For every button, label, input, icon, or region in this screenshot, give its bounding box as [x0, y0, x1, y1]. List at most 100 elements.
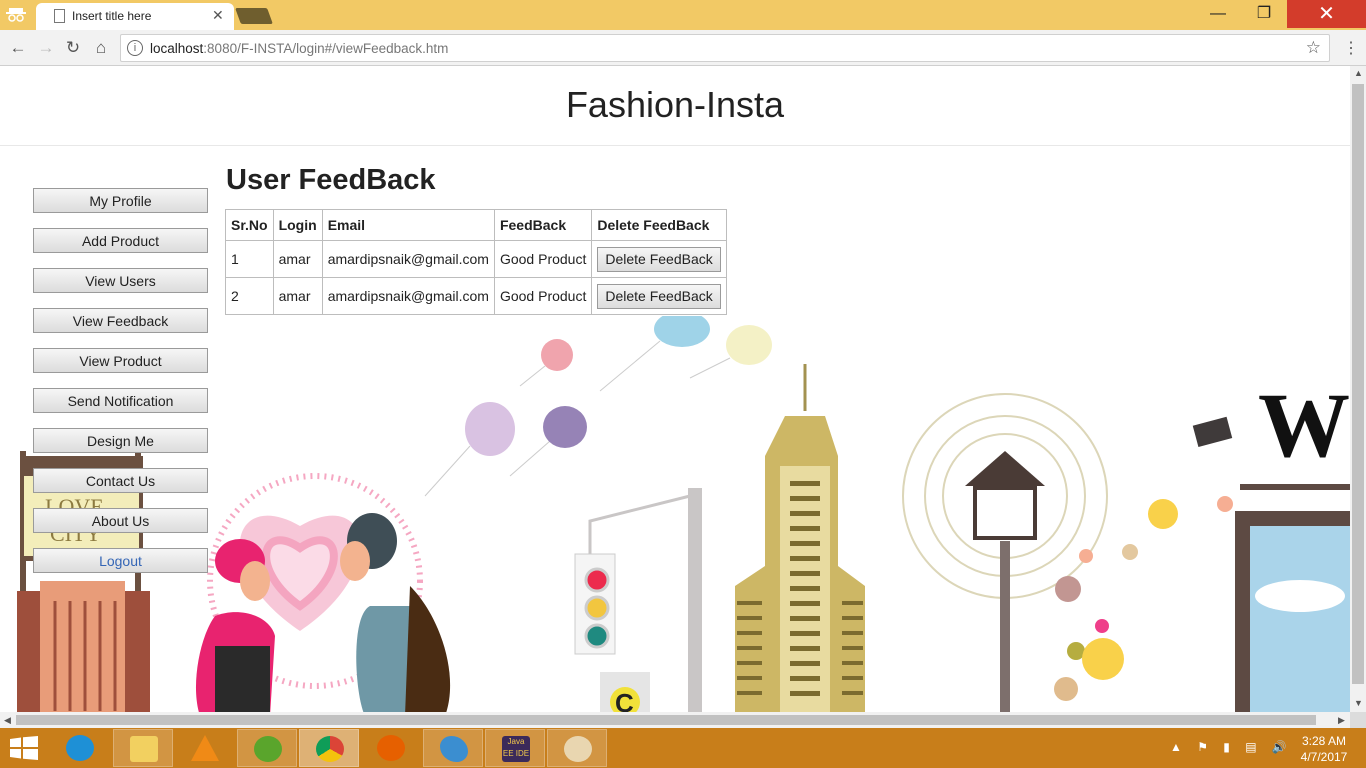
incognito-icon [6, 6, 26, 24]
taskbar-mysql[interactable] [423, 729, 483, 767]
sidebar-item-view-users[interactable]: View Users [33, 268, 208, 293]
column-header-login: Login [272, 209, 323, 241]
delete-feedback-button[interactable]: Delete FeedBack [597, 246, 721, 272]
balloon [654, 316, 710, 347]
column-header-delete: Delete FeedBack [591, 209, 727, 241]
taskbar-file-explorer[interactable] [113, 729, 173, 767]
table-row: 1 amar amardipsnaik@gmail.com Good Produ… [225, 240, 727, 278]
windows-taskbar: Java EE IDE ▲ ⚑ ▮ ▤ 🔊 3:28 AM 4/7/2017 [0, 728, 1366, 768]
taskbar-clock[interactable]: 3:28 AM 4/7/2017 [1292, 733, 1356, 765]
sidebar-nav: My Profile Add Product View Users View F… [33, 188, 208, 588]
clock-time: 3:28 AM [1301, 734, 1347, 748]
clock-date: 4/7/2017 [1300, 750, 1348, 764]
table-row: 2 amar amardipsnaik@gmail.com Good Produ… [225, 277, 727, 315]
vlc-cone-icon [191, 735, 219, 761]
menu-dots-icon[interactable]: ⋮ [1343, 38, 1359, 58]
horizontal-scrollbar[interactable]: ◀ ▶ [0, 712, 1350, 728]
cell-srno: 2 [225, 277, 274, 315]
horizontal-scroll-thumb[interactable] [16, 715, 1316, 725]
cell-srno: 1 [225, 240, 274, 278]
page-title: User FeedBack [226, 164, 436, 196]
paint-palette-icon [564, 736, 592, 762]
cell-email: amardipsnaik@gmail.com [321, 240, 495, 278]
tab-title: Insert title here [72, 9, 152, 23]
scroll-left-arrow-icon[interactable]: ◀ [4, 715, 11, 726]
close-window-button[interactable]: ✕ [1287, 0, 1366, 28]
url-text[interactable]: localhost:8080/F-INSTA/login#/viewFeedba… [150, 41, 448, 56]
home-icon[interactable]: ⌂ [90, 37, 112, 59]
sidebar-item-add-product[interactable]: Add Product [33, 228, 208, 253]
site-title: Fashion-Insta [565, 84, 785, 125]
taskbar-paint[interactable] [547, 729, 607, 767]
address-bar[interactable]: i localhost:8080/F-INSTA/login#/viewFeed… [120, 34, 1330, 62]
header-divider [0, 145, 1350, 146]
sidebar-item-send-notification[interactable]: Send Notification [33, 388, 208, 413]
balloon [541, 339, 573, 371]
vertical-scrollbar[interactable]: ▲ ▼ [1350, 66, 1366, 712]
folder-icon [130, 736, 158, 762]
utorrent-icon [254, 736, 282, 762]
scroll-up-arrow-icon[interactable]: ▲ [1354, 68, 1363, 78]
cell-login: amar [272, 240, 323, 278]
new-tab-button[interactable] [235, 8, 273, 24]
info-icon[interactable]: i [127, 40, 143, 56]
cell-action: Delete FeedBack [591, 277, 727, 315]
sidebar-item-about-us[interactable]: About Us [33, 508, 208, 533]
balloon [465, 402, 515, 456]
taskbar-vlc[interactable] [175, 729, 235, 767]
table-header-row: Sr.No Login Email FeedBack Delete FeedBa… [225, 209, 727, 241]
forward-arrow-icon[interactable]: → [35, 37, 57, 59]
reload-icon[interactable]: ↻ [62, 37, 84, 59]
taskbar-chrome[interactable] [299, 729, 359, 767]
chrome-icon [316, 736, 344, 762]
cell-login: amar [272, 277, 323, 315]
sidebar-item-view-product[interactable]: View Product [33, 348, 208, 373]
sidebar-item-my-profile[interactable]: My Profile [33, 188, 208, 213]
balloon [726, 325, 772, 365]
dolphin-icon [440, 736, 468, 762]
back-arrow-icon[interactable]: ← [7, 37, 29, 59]
windows-start-icon[interactable] [10, 736, 38, 760]
traffic-sign-letter: C [615, 688, 634, 712]
taskbar-firefox[interactable] [361, 729, 421, 767]
system-tray[interactable]: ▲ ⚑ ▮ ▤ 🔊 [1170, 740, 1293, 754]
tab-close-icon[interactable]: ✕ [212, 7, 224, 24]
browser-tab[interactable]: Insert title here ✕ [36, 3, 234, 30]
minimize-button[interactable]: — [1195, 0, 1241, 28]
column-header-feedback: FeedBack [493, 209, 593, 241]
url-host: localhost [150, 41, 204, 56]
url-path: :8080/F-INSTA/login#/viewFeedback.htm [203, 41, 449, 56]
page-icon [54, 9, 65, 23]
big-letter-w: W [1258, 374, 1350, 476]
sidebar-item-view-feedback[interactable]: View Feedback [33, 308, 208, 333]
delete-feedback-button[interactable]: Delete FeedBack [597, 283, 721, 309]
balloon [543, 406, 587, 448]
cell-action: Delete FeedBack [591, 240, 727, 278]
taskbar-ie[interactable] [50, 729, 110, 767]
cell-feedback: Good Product [493, 240, 593, 278]
taskbar-utorrent[interactable] [237, 729, 297, 767]
firefox-icon [377, 735, 405, 761]
lamp [965, 451, 1045, 486]
column-header-email: Email [321, 209, 495, 241]
vertical-scroll-thumb[interactable] [1352, 84, 1364, 684]
sidebar-item-contact-us[interactable]: Contact Us [33, 468, 208, 493]
browser-titlebar: Insert title here ✕ — ❐ ✕ [0, 0, 1366, 30]
maximize-button[interactable]: ❐ [1241, 0, 1287, 28]
internet-explorer-icon [66, 735, 94, 761]
pole [688, 488, 702, 712]
scroll-right-arrow-icon[interactable]: ▶ [1338, 715, 1345, 726]
taskbar-eclipse[interactable]: Java EE IDE [485, 729, 545, 767]
feedback-table: Sr.No Login Email FeedBack Delete FeedBa… [225, 209, 727, 315]
scrollbar-corner [1350, 712, 1366, 728]
web-page: LOVE CITY C W Fashion-Insta My Profile A… [0, 66, 1350, 712]
cell-feedback: Good Product [493, 277, 593, 315]
java-ee-ide-icon: Java EE IDE [502, 736, 530, 762]
browser-toolbar: ← → ↻ ⌂ i localhost:8080/F-INSTA/login#/… [0, 30, 1366, 66]
column-header-srno: Sr.No [225, 209, 274, 241]
scroll-down-arrow-icon[interactable]: ▼ [1354, 698, 1363, 708]
cell-email: amardipsnaik@gmail.com [321, 277, 495, 315]
logout-button[interactable]: Logout [33, 548, 208, 573]
sidebar-item-design-me[interactable]: Design Me [33, 428, 208, 453]
bookmark-star-icon[interactable]: ☆ [1306, 38, 1321, 58]
